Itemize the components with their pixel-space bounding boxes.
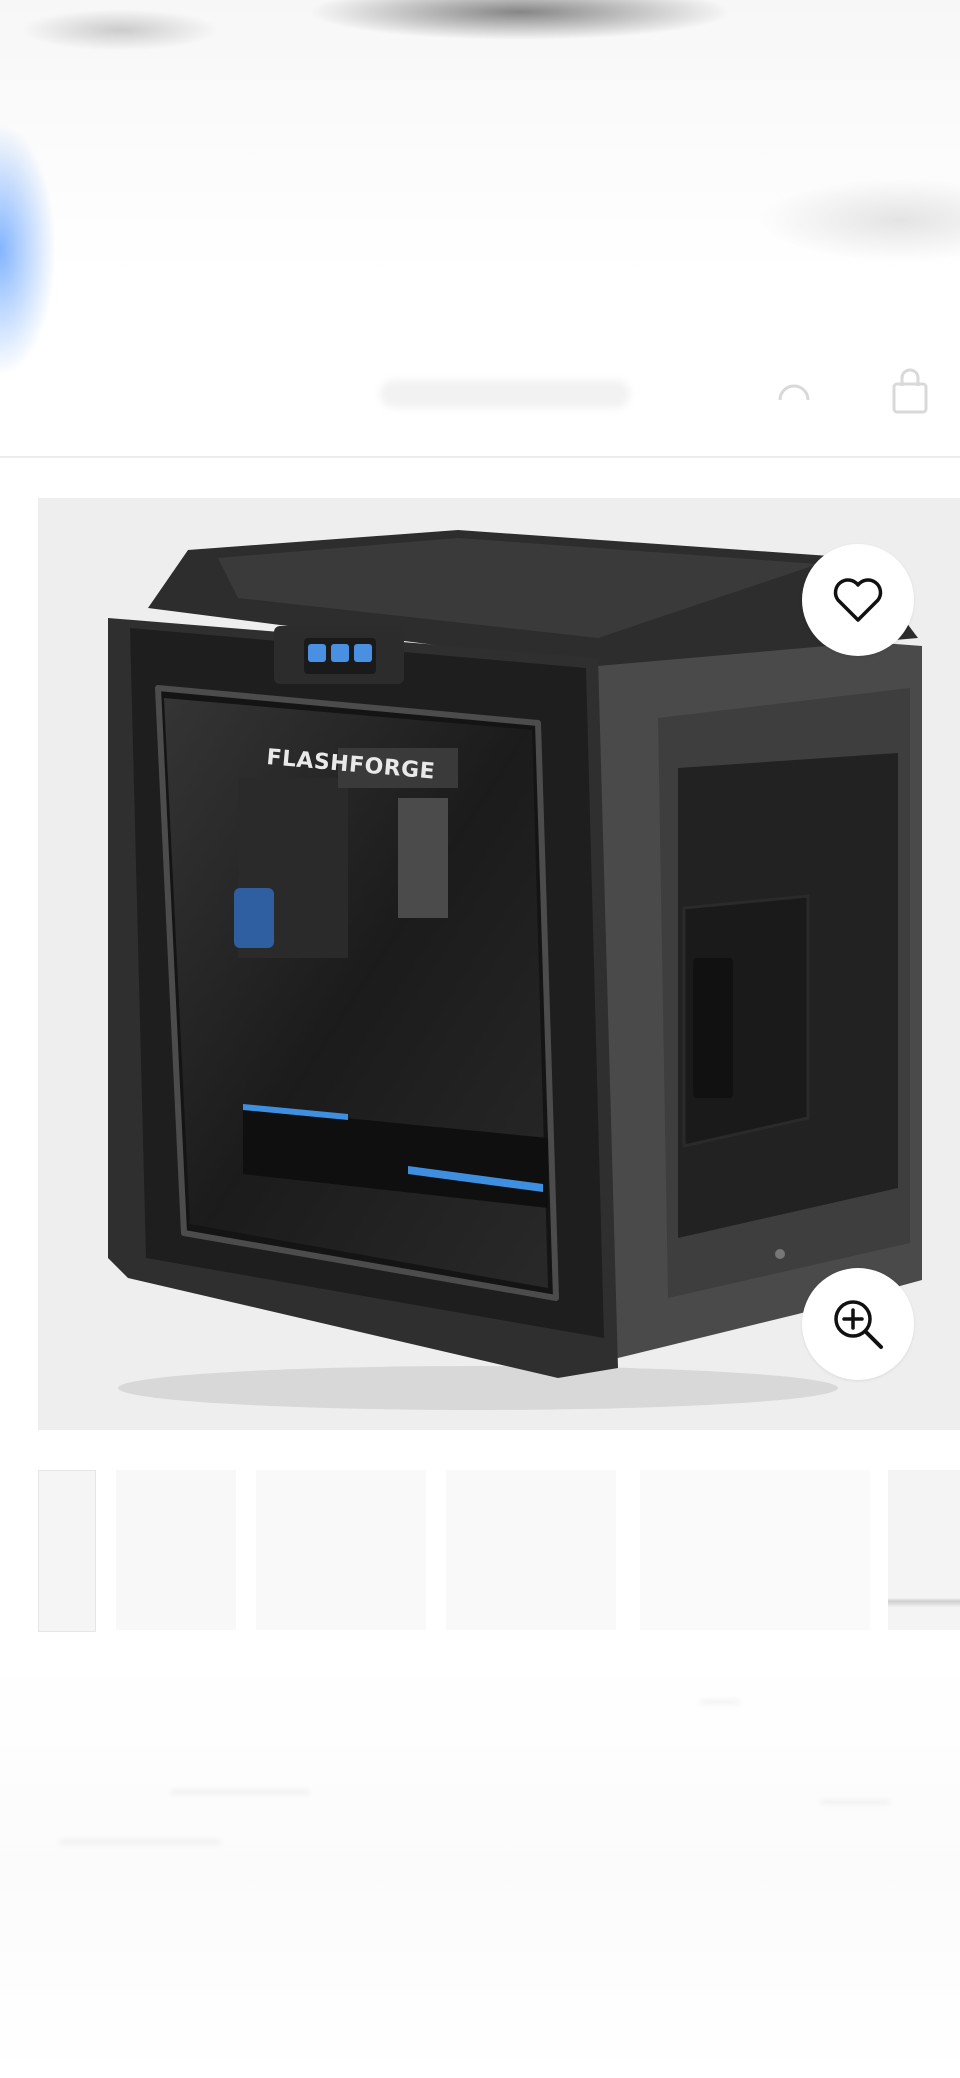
thumbnail-item[interactable] [640,1470,870,1630]
shopping-bag-icon[interactable] [880,362,940,422]
blurred-text-line [820,1800,890,1804]
zoom-in-icon [834,1300,883,1349]
blurred-text-line [170,1790,310,1794]
thumbnail-item[interactable] [888,1470,960,1630]
thumbnail-item[interactable] [38,1470,96,1632]
thumbnail-item[interactable] [256,1470,426,1630]
thumbnail-item[interactable] [446,1470,616,1630]
header-divider [0,456,960,458]
thumbnail-item[interactable] [116,1470,236,1630]
header-logo-placeholder [380,380,630,408]
thumbnail-strip [0,1470,960,1640]
account-icon[interactable] [764,364,824,424]
zoom-button[interactable] [802,1268,914,1380]
product-image[interactable]: FLASHFORGE [38,498,960,1430]
heart-icon [833,578,883,622]
bottom-blurred-content [0,1660,960,2078]
blurred-text-line [60,1840,220,1844]
wishlist-button[interactable] [802,544,914,656]
blurred-text-line [700,1700,740,1704]
site-header [0,330,960,456]
